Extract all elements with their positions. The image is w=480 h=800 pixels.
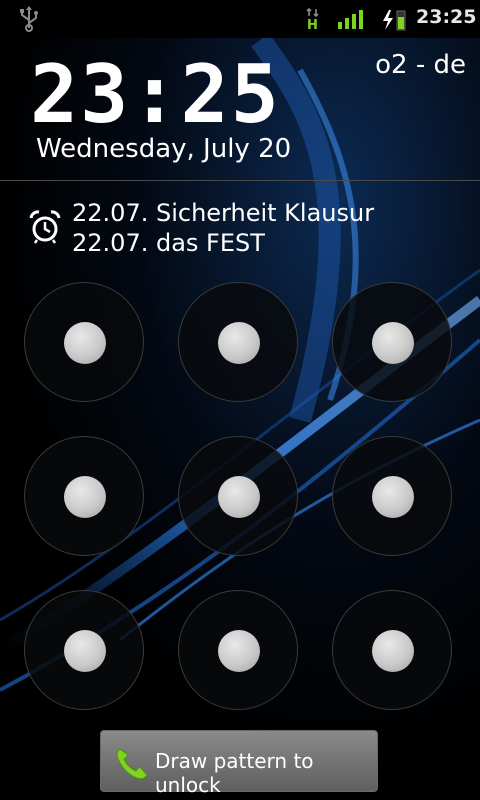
divider [0, 180, 480, 181]
pattern-dot-center [64, 476, 106, 518]
pattern-dot-center [218, 630, 260, 672]
carrier-label: o2 - de [375, 50, 466, 80]
network-type-label: H [307, 18, 318, 33]
pattern-dot-9[interactable] [332, 590, 452, 710]
pattern-dot-8[interactable] [178, 590, 298, 710]
pattern-dot-5[interactable] [178, 436, 298, 556]
pattern-dot-center [372, 322, 414, 364]
pattern-dot-1[interactable] [24, 282, 144, 402]
pattern-dot-center [64, 322, 106, 364]
phone-icon [116, 748, 148, 780]
alarm-line: 22.07. Sicherheit Klausur [72, 199, 375, 227]
date-label: Wednesday, July 20 [36, 134, 292, 164]
next-alarm-info: 22.07. Sicherheit Klausur 22.07. das FES… [72, 198, 374, 258]
lock-clock: 23:25 [30, 48, 281, 141]
pattern-dot-2[interactable] [178, 282, 298, 402]
pattern-dot-center [64, 630, 106, 672]
signal-strength-icon [338, 10, 363, 29]
pattern-grid[interactable] [24, 282, 456, 712]
pattern-dot-4[interactable] [24, 436, 144, 556]
status-bar: H 23:25 [0, 0, 480, 38]
battery-charging-icon [383, 10, 406, 31]
network-activity-icon: H [306, 7, 320, 33]
pattern-dot-6[interactable] [332, 436, 452, 556]
usb-icon [20, 6, 38, 32]
pattern-dot-center [218, 322, 260, 364]
pattern-dot-center [372, 476, 414, 518]
pattern-dot-center [218, 476, 260, 518]
status-time: 23:25 [416, 6, 477, 28]
unlock-label: Draw pattern to unlock [155, 749, 314, 797]
unlock-hint-button[interactable]: Draw pattern to unlock [100, 730, 378, 797]
pattern-dot-center [372, 630, 414, 672]
pattern-dot-3[interactable] [332, 282, 452, 402]
pattern-dot-7[interactable] [24, 590, 144, 710]
alarm-line: 22.07. das FEST [72, 229, 265, 257]
alarm-clock-icon [29, 210, 61, 244]
